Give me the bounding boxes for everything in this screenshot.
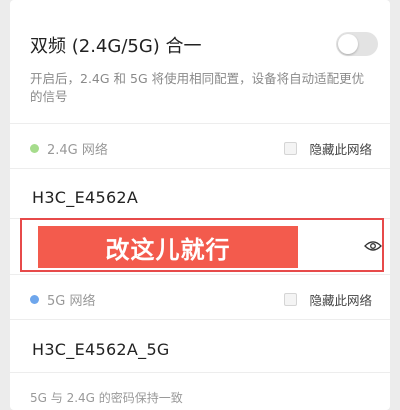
band-24-hide-label: 隐藏此网络 [309, 142, 372, 157]
password-sync-note: 5G 与 2.4G 的密码保持一致 [30, 391, 183, 405]
dual-band-merge-description: 开启后，2.4G 和 5G 将使用相同配置，设备将自动适配更优的信号 [30, 71, 365, 104]
divider [10, 123, 390, 124]
wifi-settings-card: 双频 (2.4G/5G) 合一 开启后，2.4G 和 5G 将使用相同配置，设备… [10, 0, 390, 410]
eye-icon[interactable] [364, 240, 382, 252]
divider [10, 168, 390, 169]
band-5-hide-checkbox[interactable] [284, 293, 298, 306]
band-24-hide-option[interactable]: 隐藏此网络 [284, 139, 372, 158]
band-5-title: 5G 网络 [47, 294, 96, 309]
band-24-status-dot [30, 144, 39, 153]
toggle-knob [338, 34, 358, 54]
band-24-title: 2.4G 网络 [47, 143, 108, 158]
password-field-annotation-banner[interactable]: 改这儿就行 [38, 226, 298, 268]
band-24-hide-checkbox[interactable] [284, 142, 298, 155]
band-5-header: 5G 网络 [30, 290, 95, 309]
band-24-header: 2.4G 网络 [30, 139, 108, 158]
band-5-hide-label: 隐藏此网络 [309, 293, 372, 308]
dual-band-merge-toggle[interactable] [336, 32, 378, 56]
band-5-ssid-field[interactable]: H3C_E4562A_5G [32, 340, 170, 359]
band-5-hide-option[interactable]: 隐藏此网络 [284, 290, 372, 309]
dual-band-merge-label: 双频 (2.4G/5G) 合一 [30, 36, 202, 57]
divider [10, 372, 390, 373]
divider [10, 274, 390, 275]
band-24-ssid-field[interactable]: H3C_E4562A [32, 188, 138, 207]
divider [10, 319, 390, 320]
band-5-status-dot [30, 295, 39, 304]
